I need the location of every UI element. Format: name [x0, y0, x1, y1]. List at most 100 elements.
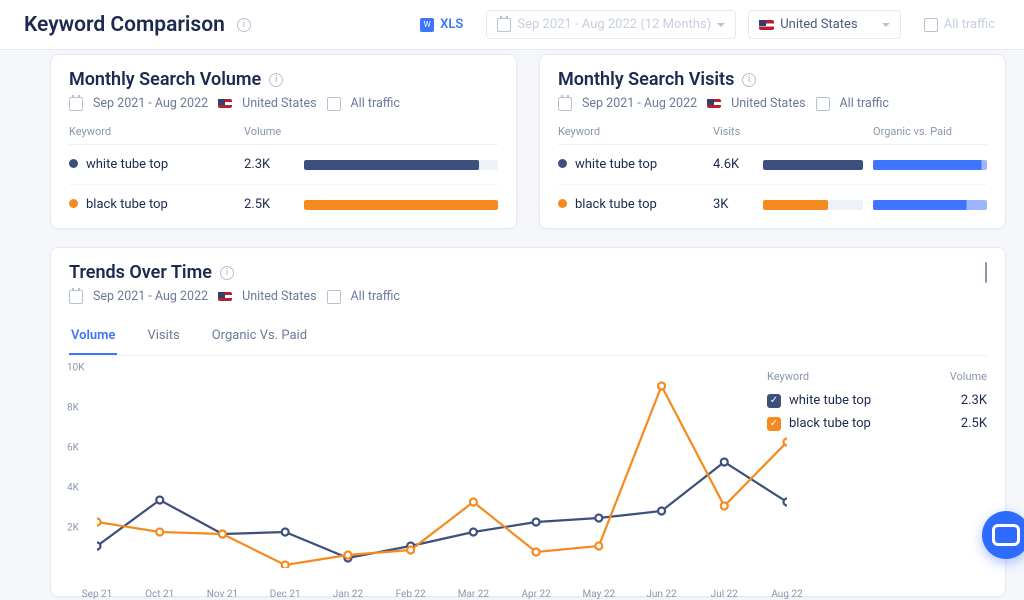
traffic-filter-label: All traffic: [944, 17, 995, 32]
legend-value: 2.5K: [961, 416, 987, 431]
chart-data-point[interactable]: [156, 497, 163, 504]
trends-chart: 2K4K6K8K10K Sep 21Oct 21Nov 21Dec 21Jan …: [69, 364, 743, 584]
trends-over-time-card: Trends Over Time i Sep 2021 - Aug 2022 U…: [50, 247, 1006, 597]
chart-data-point[interactable]: [784, 499, 788, 506]
info-icon[interactable]: i: [742, 73, 756, 87]
legend-label: black tube top: [789, 416, 871, 431]
info-icon[interactable]: i: [237, 18, 251, 32]
organic-vs-paid-bar: [873, 160, 987, 170]
x-axis-tick: Nov 21: [207, 589, 238, 600]
tab-organic-vs-paid[interactable]: Organic Vs. Paid: [210, 318, 309, 355]
calendar-icon: [69, 290, 83, 304]
download-icon: [985, 262, 987, 283]
tab-visits[interactable]: Visits: [145, 318, 181, 355]
chart-legend: Keyword Volume ✓ white tube top 2.3K✓ bl…: [767, 364, 987, 584]
chart-data-point[interactable]: [595, 515, 602, 522]
x-axis-tick: Sep 21: [82, 589, 113, 600]
volume-cell: 2.3K: [244, 157, 304, 172]
chart-data-point[interactable]: [658, 383, 665, 390]
us-flag-icon: [218, 292, 232, 301]
info-icon[interactable]: i: [269, 73, 283, 87]
visits-cell: 3K: [713, 197, 763, 212]
legend-col-volume: Volume: [950, 370, 987, 383]
chart-data-point[interactable]: [721, 503, 728, 510]
card-country: United States: [731, 96, 805, 111]
card-title: Monthly Search Visits: [558, 69, 734, 90]
keyword-cell: white tube top: [69, 157, 244, 172]
card-traffic: All traffic: [351, 289, 400, 304]
chart-data-point[interactable]: [721, 459, 728, 466]
monthly-search-volume-card: Monthly Search Volume i Sep 2021 - Aug 2…: [50, 54, 517, 229]
chart-data-point[interactable]: [282, 529, 289, 536]
card-meta: Sep 2021 - Aug 2022 United States All tr…: [558, 96, 987, 111]
col-keyword: Keyword: [69, 125, 244, 138]
page-title: Keyword Comparison: [24, 13, 225, 37]
keyword-cell: black tube top: [558, 197, 713, 212]
tab-volume[interactable]: Volume: [69, 318, 117, 355]
visits-bar: [763, 160, 863, 170]
chart-data-point[interactable]: [407, 547, 414, 554]
calendar-icon: [558, 97, 572, 111]
card-title: Monthly Search Volume: [69, 69, 261, 90]
card-traffic: All traffic: [840, 96, 889, 111]
filter-icon: [816, 97, 830, 111]
x-axis-tick: Aug 22: [771, 589, 802, 600]
xls-icon: W: [420, 18, 434, 32]
x-axis-tick: Oct 21: [145, 589, 174, 600]
visits-cell: 4.6K: [713, 157, 763, 172]
organic-vs-paid-bar: [873, 200, 987, 210]
download-button[interactable]: [985, 263, 987, 282]
trends-tabs: Volume Visits Organic Vs. Paid: [69, 318, 987, 356]
chart-data-point[interactable]: [470, 499, 477, 506]
chevron-down-icon: [717, 23, 725, 27]
chart-data-point[interactable]: [533, 519, 540, 526]
traffic-filter-button[interactable]: All traffic: [913, 10, 1006, 39]
chart-data-point[interactable]: [658, 508, 665, 515]
us-flag-icon: [218, 99, 232, 108]
legend-item[interactable]: ✓ white tube top 2.3K: [767, 393, 987, 408]
date-range-picker[interactable]: Sep 2021 - Aug 2022 (12 Months): [486, 10, 736, 39]
table-row: black tube top 2.5K: [69, 185, 498, 214]
export-xls-button[interactable]: W XLS: [409, 10, 474, 39]
chart-data-point[interactable]: [282, 562, 289, 569]
y-axis-tick: 2K: [67, 523, 79, 534]
volume-bar: [304, 200, 498, 210]
card-country: United States: [242, 289, 316, 304]
chart-data-point[interactable]: [784, 439, 788, 446]
col-ovp: Organic vs. Paid: [873, 125, 987, 138]
legend-item[interactable]: ✓ black tube top 2.5K: [767, 416, 987, 431]
x-axis-tick: Jun 22: [646, 589, 676, 600]
chart-data-point[interactable]: [533, 549, 540, 556]
card-meta: Sep 2021 - Aug 2022 United States All tr…: [69, 289, 987, 304]
card-country: United States: [242, 96, 316, 111]
chart-data-point[interactable]: [344, 552, 351, 559]
x-axis-tick: Jan 22: [333, 589, 363, 600]
chart-data-point[interactable]: [595, 543, 602, 550]
country-picker[interactable]: United States: [748, 10, 900, 39]
card-title: Trends Over Time: [69, 262, 212, 283]
legend-label: white tube top: [789, 393, 871, 408]
y-axis-tick: 10K: [67, 363, 85, 374]
volume-cell: 2.5K: [244, 197, 304, 212]
y-axis-tick: 8K: [67, 403, 79, 414]
chart-data-point[interactable]: [97, 519, 101, 526]
chart-data-point[interactable]: [156, 529, 163, 536]
chart-data-point[interactable]: [219, 531, 226, 538]
card-date-range: Sep 2021 - Aug 2022: [93, 289, 208, 304]
chart-series-line: [97, 462, 787, 558]
x-axis-tick: Dec 21: [270, 589, 301, 600]
filter-icon: [327, 290, 341, 304]
chat-widget-button[interactable]: [982, 511, 1024, 559]
y-axis-tick: 6K: [67, 443, 79, 454]
col-keyword: Keyword: [558, 125, 713, 138]
volume-bar: [304, 160, 498, 170]
export-xls-label: XLS: [440, 17, 463, 32]
chart-data-point[interactable]: [470, 529, 477, 536]
info-icon[interactable]: i: [220, 266, 234, 280]
x-axis-tick: Jul 22: [711, 589, 738, 600]
calendar-icon: [497, 18, 511, 32]
chart-data-point[interactable]: [97, 543, 101, 550]
card-date-range: Sep 2021 - Aug 2022: [582, 96, 697, 111]
x-axis-tick: Apr 22: [521, 589, 550, 600]
card-date-range: Sep 2021 - Aug 2022: [93, 96, 208, 111]
